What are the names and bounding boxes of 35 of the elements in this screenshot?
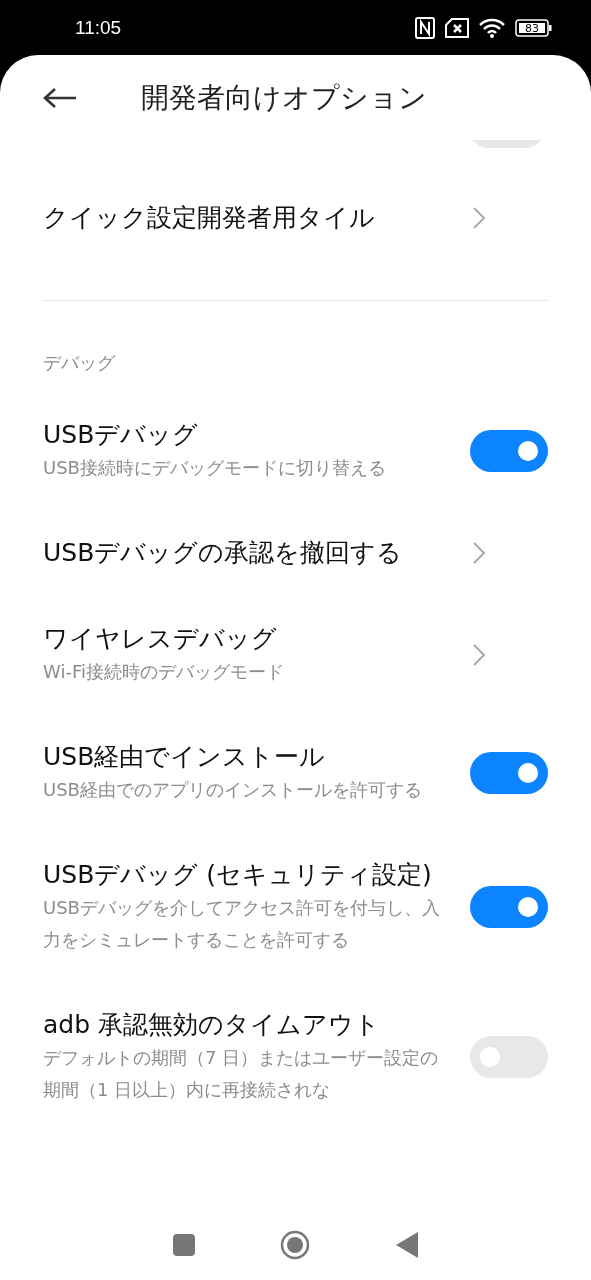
chevron-right-icon	[472, 206, 486, 230]
setting-description: Wi-Fi接続時のデバッグモード	[43, 660, 285, 684]
settings-row[interactable]: USBデバッグの承認を撤回する	[0, 510, 591, 596]
home-icon[interactable]	[280, 1230, 311, 1260]
back-icon[interactable]	[43, 86, 77, 109]
no-sim-icon	[445, 17, 469, 38]
recents-icon[interactable]	[172, 1234, 195, 1256]
settings-row[interactable]: クイック設定開発者用タイル	[0, 148, 591, 300]
settings-row[interactable]: adb 承認無効のタイムアウト デフォルトの期間（7 日）またはユーザー設定の期間（1 日以上）内に再接続されな	[0, 982, 591, 1132]
settings-row[interactable]: USBデバッグ (セキュリティ設定) USBデバッグを介してアクセス許可を付与し、入力をシミュレートすることを許可する	[0, 832, 591, 982]
setting-description: USBデバッグを介してアクセス許可を付与し、入力をシミュレートすることを許可する	[43, 896, 441, 952]
settings-row[interactable]: ワイヤレスデバッグ Wi-Fi接続時のデバッグモード	[0, 596, 591, 714]
chevron-right-icon	[472, 541, 486, 565]
wifi-icon	[479, 17, 505, 38]
setting-title: USBデバッグの承認を撤回する	[43, 537, 404, 569]
status-time: 11:05	[75, 16, 123, 39]
settings-row[interactable]: USB経由でインストール USB経由でのアプリのインストールを許可する	[0, 714, 591, 832]
page-title: 開発者向けオプション	[141, 79, 427, 116]
settings-row[interactable]: USBデバッグ USB接続時にデバッグモードに切り替える	[0, 392, 591, 510]
toggle-switch[interactable]	[470, 430, 548, 472]
back-nav-icon[interactable]	[396, 1232, 419, 1258]
section-header: デバッグ	[43, 351, 116, 375]
setting-title: クイック設定開発者用タイル	[43, 202, 376, 234]
setting-description: USB経由でのアプリのインストールを許可する	[43, 778, 423, 802]
setting-description: デフォルトの期間（7 日）またはユーザー設定の期間（1 日以上）内に再接続されな	[43, 1046, 440, 1102]
setting-title: USBデバッグ	[43, 419, 200, 451]
setting-description: USB接続時にデバッグモードに切り替える	[43, 456, 387, 480]
toggle-switch[interactable]	[470, 886, 548, 928]
chevron-right-icon	[472, 643, 486, 667]
setting-title: ワイヤレスデバッグ	[43, 623, 278, 655]
toggle-switch[interactable]	[470, 752, 548, 794]
nfc-icon	[415, 16, 435, 39]
setting-title: adb 承認無効のタイムアウト	[43, 1009, 381, 1041]
setting-title: USBデバッグ (セキュリティ設定)	[43, 859, 433, 891]
setting-title: USB経由でインストール	[43, 741, 327, 773]
